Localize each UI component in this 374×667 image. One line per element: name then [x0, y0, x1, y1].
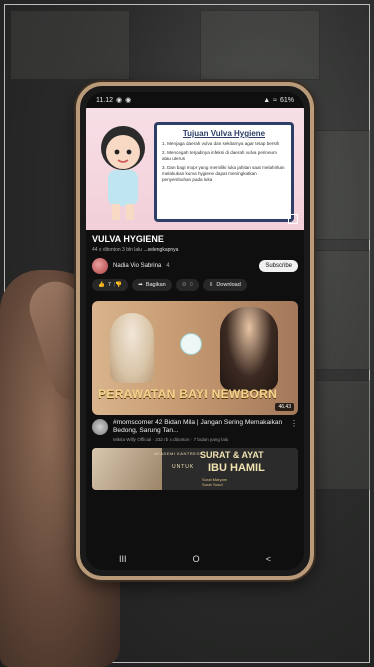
- back-button[interactable]: <: [266, 554, 271, 564]
- thumbnail-title: PERAWATAN BAYI NEWBORN: [98, 387, 278, 401]
- share-icon: ➦: [138, 282, 143, 288]
- recommendation-thumbnail[interactable]: AKADEMI KANTRESI SURAT & AYAT UNTUK IBU …: [92, 448, 298, 491]
- status-bar: 11.12 ◉ ◉ ▲ ≈ 61%: [86, 92, 304, 108]
- recommendation-title[interactable]: #momscorner 42 Bidan Mila | Jangan Serin…: [113, 419, 287, 435]
- remix-button[interactable]: ♻ 0: [175, 279, 199, 291]
- phone: 11.12 ◉ ◉ ▲ ≈ 61% Tujuan Vulva Hygiene 1…: [76, 82, 314, 580]
- share-button[interactable]: ➦ Bagikan: [132, 279, 172, 291]
- card-item: 1. Menjaga daerah vulva dan sekitarnya a…: [162, 141, 280, 146]
- fullscreen-icon[interactable]: [288, 214, 298, 224]
- recommendation-meta: #momscorner 42 Bidan Mila | Jangan Serin…: [86, 415, 304, 446]
- channel-row: Nadia Vio Sabrina 4 Subscribe: [92, 258, 298, 274]
- download-icon: ⇩: [208, 282, 214, 288]
- floor-tile: [10, 10, 130, 80]
- channel-avatar[interactable]: [92, 258, 108, 274]
- more-options-icon[interactable]: ⋮: [290, 419, 298, 442]
- views-text: 44 x ditonton 3 bln lalu: [92, 247, 143, 253]
- download-button[interactable]: ⇩ Download: [202, 279, 247, 291]
- phone-screen: 11.12 ◉ ◉ ▲ ≈ 61% Tujuan Vulva Hygiene 1…: [86, 92, 304, 570]
- download-label: Download: [216, 282, 241, 288]
- video-meta: VULVA HYGIENE 44 x ditonton 3 bln lalu .…: [86, 230, 304, 297]
- signal-icon: ▲: [263, 96, 271, 104]
- thumbnail-untuk: UNTUK: [172, 464, 195, 471]
- remix-icon: ♻: [181, 282, 187, 288]
- video-views[interactable]: 44 x ditonton 3 bln lalu ...selengkapnya: [92, 247, 298, 253]
- share-label: Bagikan: [145, 282, 166, 288]
- podcast-logo-icon: [180, 333, 202, 355]
- recents-button[interactable]: III: [119, 554, 127, 564]
- recommendation-subtitle: Mikita Willy Official · 332 rb x ditonto…: [113, 437, 229, 443]
- video-player[interactable]: Tujuan Vulva Hygiene 1. Menjaga daerah v…: [86, 108, 304, 230]
- brand-text: AKADEMI KANTRESI: [154, 451, 202, 457]
- home-button[interactable]: O: [193, 554, 200, 564]
- host-figure: [110, 313, 154, 383]
- notification-icon: ◉: [125, 97, 132, 104]
- thumbnail-line1: SURAT & AYAT: [200, 450, 264, 461]
- thumbs-down-icon[interactable]: |👎: [114, 282, 122, 288]
- thumbnail-photo: [92, 448, 162, 491]
- info-card: Tujuan Vulva Hygiene 1. Menjaga daerah v…: [154, 122, 294, 222]
- card-item: 3. Dan bagi mopr yang memiliki luka jahi…: [162, 164, 285, 182]
- like-count: 7: [107, 282, 111, 288]
- channel-name[interactable]: Nadia Vio Sabrina: [113, 263, 161, 269]
- card-item: 2. Mencegah terjadinya infeksi di daerah…: [162, 149, 277, 161]
- channel-avatar[interactable]: [92, 419, 108, 435]
- status-time: 11.12: [96, 96, 113, 104]
- cartoon-nurse: [101, 126, 145, 220]
- card-title: Tujuan Vulva Hygiene: [182, 129, 266, 138]
- thumbnail-line2: IBU HAMIL: [208, 462, 265, 475]
- notification-icon: ◉: [116, 97, 123, 104]
- channel-count: 4: [166, 263, 170, 269]
- video-duration: 46.43: [275, 403, 294, 411]
- thumbs-up-icon: 👍: [98, 282, 105, 288]
- guest-figure: [220, 307, 278, 391]
- recommendation-thumbnail[interactable]: PERAWATAN BAYI NEWBORN 46.43: [92, 301, 298, 415]
- thumbnail-small-text: Surat Maryam Surat Yusuf: [202, 478, 227, 488]
- action-row: 👍 7 |👎 ➦ Bagikan ♻ 0 ⇩ Download: [92, 279, 298, 295]
- wifi-icon: ≈: [273, 96, 277, 104]
- video-title: VULVA HYGIENE: [92, 234, 164, 244]
- system-navbar: III O <: [86, 548, 304, 570]
- floor-tile: [200, 10, 320, 80]
- like-button[interactable]: 👍 7 |👎: [92, 279, 129, 291]
- remix-count: 0: [189, 282, 193, 288]
- battery-level: 61%: [279, 96, 294, 104]
- more-link[interactable]: ...selengkapnya: [143, 247, 178, 253]
- small-line: Surat Yusuf: [202, 482, 223, 488]
- subscribe-button[interactable]: Subscribe: [259, 260, 298, 272]
